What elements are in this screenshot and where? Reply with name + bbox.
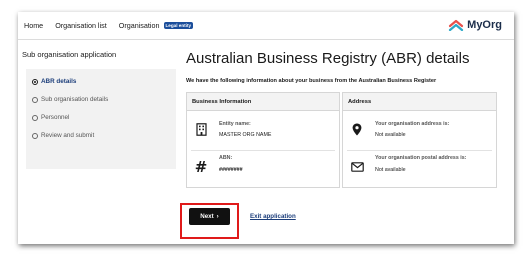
brand-logo[interactable]: MyOrg [448,19,502,31]
business-information-card: Business Information Entity name: MASTER… [186,92,340,188]
exit-application-link[interactable]: Exit application [250,213,296,220]
step-label: Review and submit [41,132,95,139]
step-active-radio-icon [32,78,38,85]
sidebar-steps: ABR details Sub organisation details Per… [26,69,176,169]
postal-address-row: Your organisation postal address is: Not… [343,151,496,186]
envelope-icon [349,159,365,175]
step-abr-details[interactable]: ABR details [32,78,76,85]
myorg-logo-icon [449,19,464,31]
step-sub-organisation-details[interactable]: Sub organisation details [32,96,108,103]
sidebar-heading: Sub organisation application [22,50,117,59]
entity-name-row: Entity name: MASTER ORG NAME [187,113,339,148]
brand-name: MyOrg [467,19,502,31]
hash-icon: # [194,157,208,176]
address-card: Address Your organisation address is: No… [342,92,497,188]
abn-value: ######## [219,167,243,173]
step-label: Sub organisation details [41,96,109,103]
building-icon [193,121,209,137]
legal-entity-badge: Legal entity [163,22,194,29]
step-label: ABR details [41,78,77,85]
organisation-address-row: Your organisation address is: Not availa… [343,113,496,148]
location-pin-icon [349,121,365,137]
next-button-label: Next [200,213,214,220]
postal-address-value: Not available [375,167,406,173]
nav-link-home[interactable]: Home [24,21,43,30]
next-button[interactable]: Next › [189,208,230,225]
step-review-and-submit[interactable]: Review and submit [32,132,94,139]
step-radio-icon [32,132,38,139]
app-window: Home Organisation list Organisation Lega… [18,12,514,244]
step-label: Personnel [41,114,70,121]
organisation-address-label: Your organisation address is: [375,121,450,127]
intro-text: We have the following information about … [186,78,437,84]
entity-name-label: Entity name: [219,121,251,127]
organisation-address-value: Not available [375,132,406,138]
nav-link-organisation[interactable]: Organisation [119,21,160,30]
page-title: Australian Business Registry (ABR) detai… [186,50,470,67]
step-personnel[interactable]: Personnel [32,114,69,121]
card-header: Business Information [187,93,339,111]
step-radio-icon [32,114,38,121]
abn-label: ABN: [219,155,233,161]
chevron-right-icon: › [216,213,219,220]
nav-link-organisation-list[interactable]: Organisation list [55,21,107,30]
abn-row: # ABN: ######## [187,151,339,186]
postal-address-label: Your organisation postal address is: [375,155,467,161]
top-navigation: Home Organisation list Organisation Lega… [18,12,514,40]
entity-name-value: MASTER ORG NAME [219,132,272,138]
card-header: Address [343,93,496,111]
step-radio-icon [32,96,38,103]
